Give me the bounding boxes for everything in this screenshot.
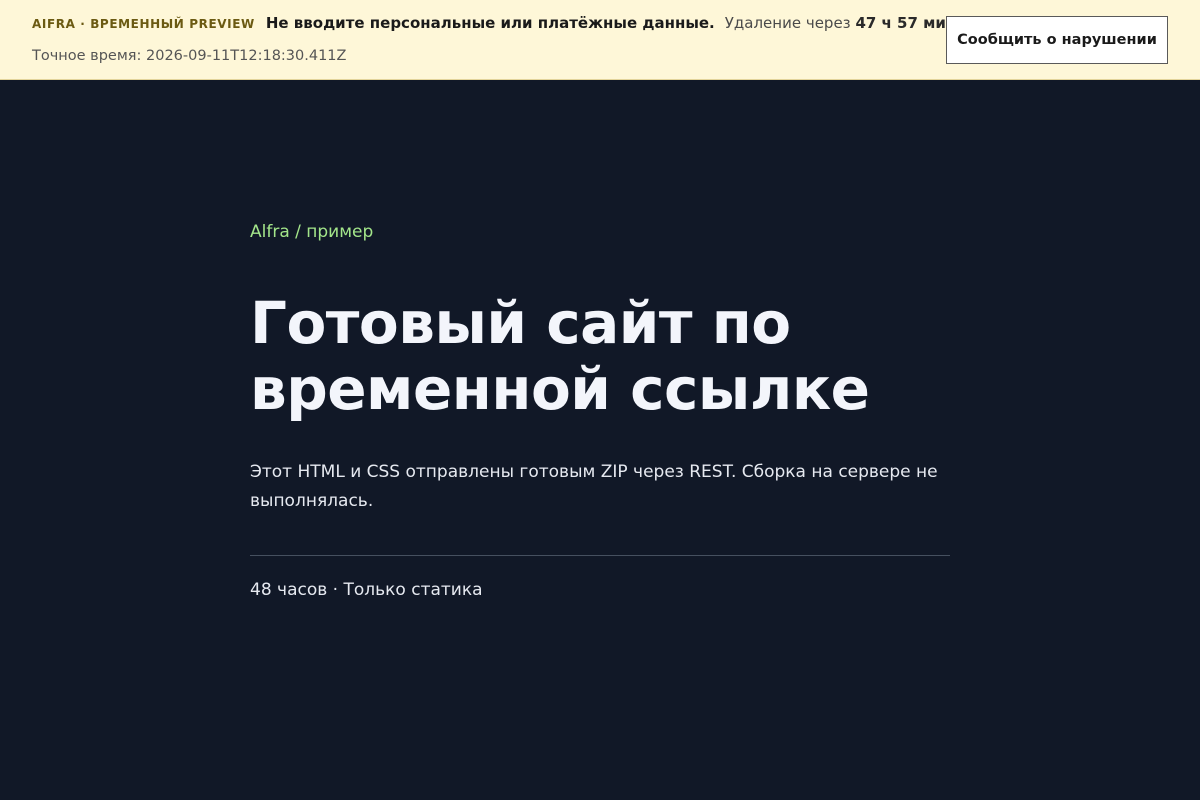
deletion-prefix: Удаление через [724, 14, 851, 32]
deletion-time: 47 ч 57 мин [855, 14, 957, 32]
divider [250, 555, 950, 556]
banner-warning: Не вводите персональные или платёжные да… [265, 14, 715, 32]
exact-time: Точное время: 2026-09-11T12:18:30.411Z [32, 48, 347, 64]
page-meta: 48 часов · Только статика [250, 580, 483, 600]
main-content: Alfra / пример Готовый сайт по временной… [250, 220, 950, 600]
breadcrumb: Alfra / пример [250, 222, 374, 242]
page-title: Готовый сайт по временной ссылке [250, 289, 870, 423]
page-description: Этот HTML и CSS отправлены готовым ZIP ч… [250, 462, 938, 511]
deletion-countdown: Удаление через 47 ч 57 мин [725, 14, 957, 32]
preview-banner: AIFRA · ВРЕМЕННЫЙ PREVIEW Не вводите пер… [0, 0, 1200, 80]
banner-notice: AIFRA · ВРЕМЕННЫЙ PREVIEW Не вводите пер… [32, 14, 956, 32]
banner-brand: AIFRA · ВРЕМЕННЫЙ PREVIEW [32, 17, 255, 31]
report-violation-button[interactable]: Сообщить о нарушении [946, 16, 1168, 64]
